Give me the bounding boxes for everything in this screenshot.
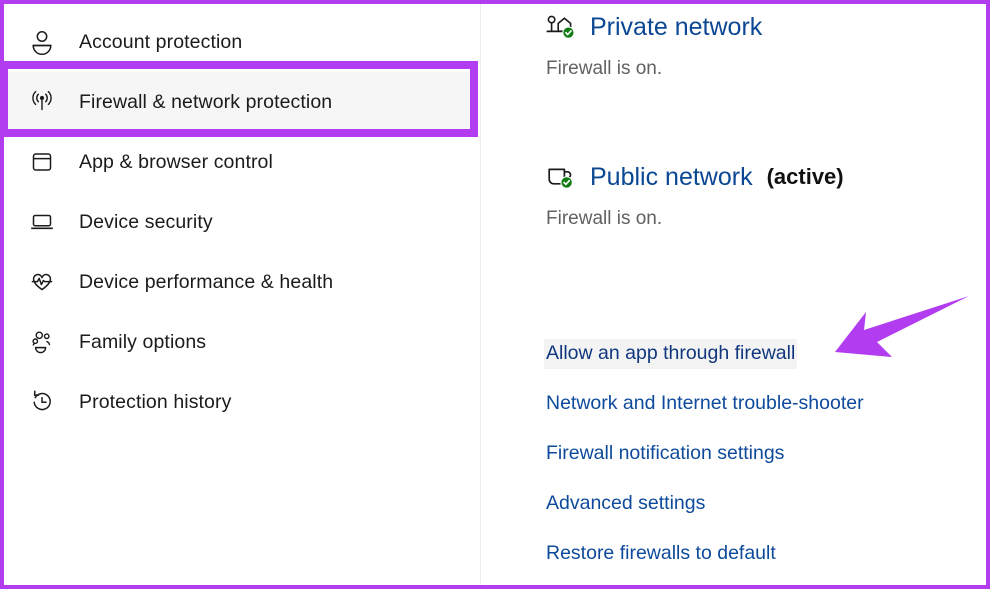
sidebar-item-device-security[interactable]: Device security (4, 192, 478, 252)
public-network-header: Public network (active) (544, 160, 844, 194)
link-label: Advanced settings (546, 492, 706, 514)
window-app-icon (26, 146, 58, 178)
link-label: Allow an app through firewall (544, 339, 798, 369)
sidebar-item-label: Family options (79, 330, 207, 353)
public-network-active-badge: (active) (766, 164, 844, 189)
private-network-status: Firewall is on. (546, 58, 663, 79)
people-group-icon (26, 326, 58, 358)
sidebar-item-protection-history[interactable]: Protection history (4, 372, 478, 432)
link-network-internet-troubleshooter[interactable]: Network and Internet trouble-shooter (544, 379, 964, 429)
sidebar-item-label: Firewall & network protection (79, 90, 333, 113)
private-network-header: Private network (544, 10, 762, 44)
wireless-signal-icon (26, 86, 58, 118)
link-restore-firewalls-to-default[interactable]: Restore firewalls to default (544, 529, 964, 579)
private-network-title[interactable]: Private network (590, 13, 762, 42)
link-label: Network and Internet trouble-shooter (546, 392, 864, 414)
private-network-section: Private network Firewall is on. (544, 10, 762, 80)
sidebar-item-label: Account protection (79, 30, 243, 53)
link-allow-an-app-through-firewall[interactable]: Allow an app through firewall (544, 329, 964, 379)
sidebar-item-label: Protection history (79, 390, 232, 413)
firewall-content-panel: Private network Firewall is on. Public n… (481, 4, 986, 585)
screenshot-root: Account protection Firewall & network pr… (0, 0, 990, 589)
windows-security-window: Account protection Firewall & network pr… (4, 4, 986, 585)
sidebar-item-label: App & browser control (79, 150, 273, 173)
sidebar-item-firewall-network-protection[interactable]: Firewall & network protection (4, 72, 478, 132)
public-network-title[interactable]: Public network (590, 163, 753, 192)
link-advanced-settings[interactable]: Advanced settings (544, 479, 964, 529)
home-network-icon (544, 12, 576, 42)
link-firewall-notification-settings[interactable]: Firewall notification settings (544, 429, 964, 479)
sidebar-item-label: Device performance & health (79, 270, 334, 293)
sidebar-item-account-protection[interactable]: Account protection (4, 12, 478, 72)
link-label: Restore firewalls to default (546, 542, 776, 564)
clock-history-icon (26, 386, 58, 418)
sidebar-item-label: Device security (79, 210, 213, 233)
public-network-status: Firewall is on. (546, 208, 663, 229)
sidebar-item-family-options[interactable]: Family options (4, 312, 478, 372)
firewall-links-list: Allow an app through firewall Network an… (544, 329, 964, 579)
person-icon (26, 26, 58, 58)
public-network-icon (544, 162, 576, 192)
sidebar-item-device-performance-health[interactable]: Device performance & health (4, 252, 478, 312)
sidebar-item-app-browser-control[interactable]: App & browser control (4, 132, 478, 192)
sidebar-navigation: Account protection Firewall & network pr… (4, 4, 480, 585)
heart-pulse-icon (26, 266, 58, 298)
link-label: Firewall notification settings (546, 442, 785, 464)
laptop-icon (26, 206, 58, 238)
public-network-section: Public network (active) Firewall is on. (544, 160, 844, 230)
